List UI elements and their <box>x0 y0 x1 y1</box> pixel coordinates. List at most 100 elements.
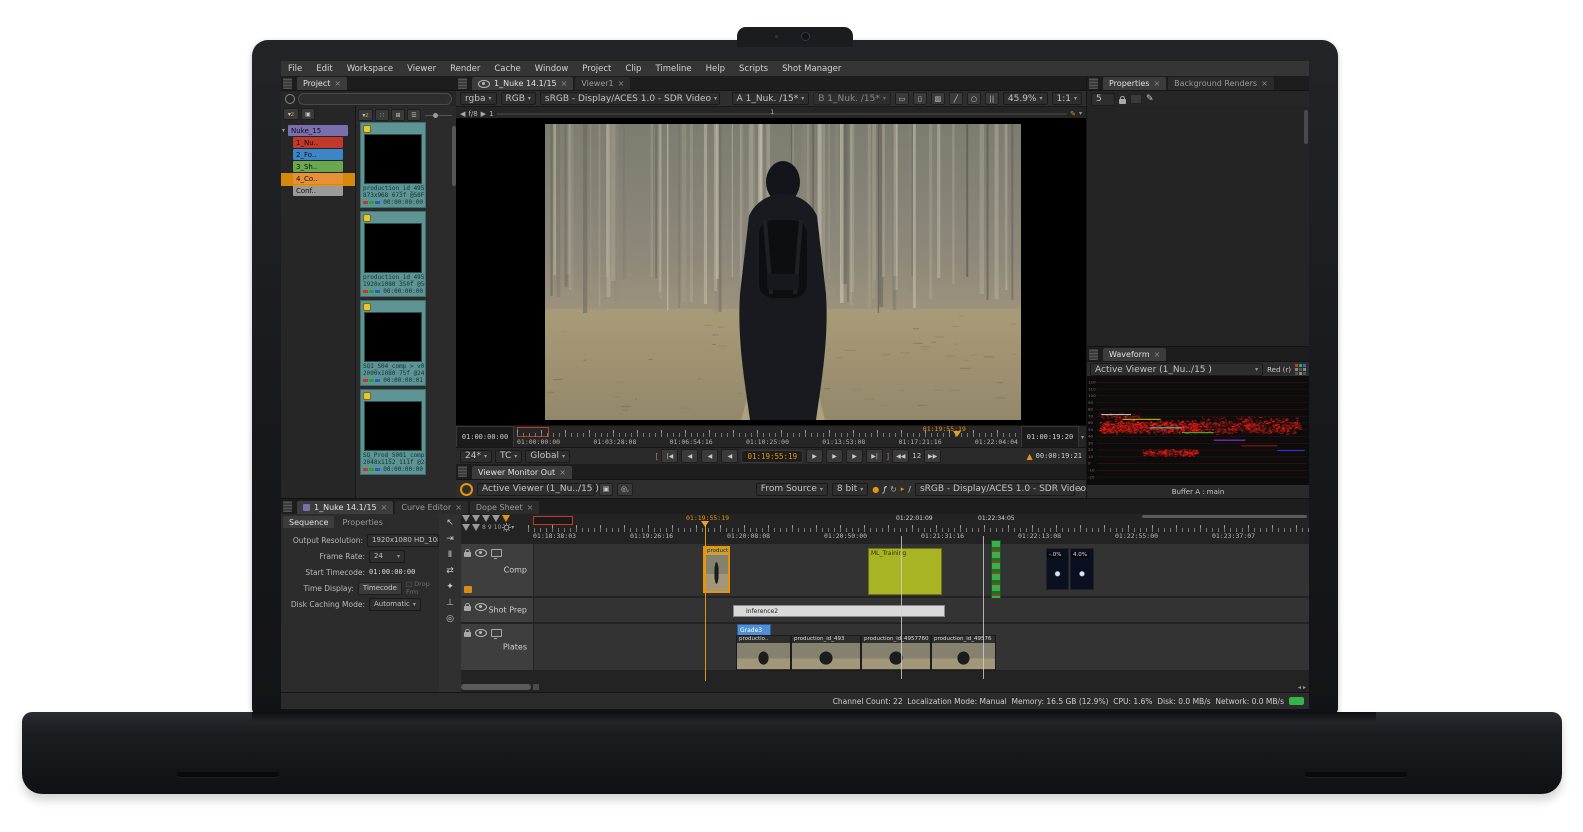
panel-grip-icon[interactable] <box>283 501 292 512</box>
drop-frame-checkbox[interactable]: □ Drop Frm <box>406 580 439 596</box>
tree-item-root[interactable]: Nuke_15 <box>288 125 348 136</box>
jump-fwd-button[interactable]: ▶▶ <box>924 449 941 463</box>
lock-icon[interactable] <box>1119 99 1126 104</box>
monitor-icon[interactable] <box>491 629 502 637</box>
clip-inference2[interactable]: Inference2 <box>733 605 945 617</box>
disk-caching-dropdown[interactable]: Automatic▾ <box>369 598 421 611</box>
viewer-out-timecode[interactable]: 01:00:19:20 <box>1021 426 1079 448</box>
step-back-button[interactable]: ◀ <box>701 449 718 463</box>
close-icon[interactable]: × <box>559 468 566 477</box>
marker-line-2[interactable] <box>983 536 984 679</box>
gamma-icon[interactable]: ▯ <box>913 92 927 105</box>
flag-number[interactable]: 10 <box>494 524 502 531</box>
fstop-icon[interactable]: ƒ <box>883 485 886 494</box>
scroll-block[interactable] <box>533 684 539 690</box>
gain-icon[interactable]: ▭ <box>895 92 909 105</box>
timeline-ruler[interactable]: 01:19:55:19 01:22:01:09 01:22:34:05 01:1… <box>528 514 1309 542</box>
close-icon[interactable]: × <box>561 79 568 88</box>
viewer-colorspace-dropdown[interactable]: sRGB - Display/ACES 1.0 - SDR Video▾ <box>540 92 720 105</box>
chevron-down-icon[interactable]: ▾ <box>1079 486 1082 493</box>
output-resolution-dropdown[interactable]: 1920x1080 HD_108▾ <box>367 534 439 547</box>
menu-help[interactable]: Help <box>699 64 732 74</box>
clip-retime-2[interactable]: 4.0% <box>1070 548 1094 590</box>
gear-icon[interactable] <box>502 523 511 532</box>
prev-edit-button[interactable]: ◀ <box>681 449 698 463</box>
bin-view-detail-button[interactable]: ⊞ <box>391 109 405 121</box>
bin-view-grid-button[interactable]: ∷ <box>375 109 389 121</box>
waveform-viewer-dropdown[interactable]: Active Viewer (1_Nu../15 )▾ <box>1090 363 1263 376</box>
flag-icon[interactable] <box>492 515 500 522</box>
close-icon[interactable]: × <box>1261 79 1268 88</box>
subtab-sequence[interactable]: Sequence <box>283 516 334 528</box>
close-icon[interactable]: × <box>381 503 388 512</box>
next-edit-button[interactable]: ▶ <box>846 449 863 463</box>
clip-plate-1[interactable]: productio.. <box>736 635 791 671</box>
clip-plate-4[interactable]: production_id_49576 <box>931 635 996 671</box>
track-plates-header[interactable]: Plates <box>461 624 534 670</box>
menu-clip[interactable]: Clip <box>618 64 648 74</box>
bin-sort-button[interactable]: ▾z <box>358 109 373 121</box>
trim-tool-icon[interactable]: ⇥ <box>446 534 454 544</box>
lock-icon[interactable] <box>464 632 471 637</box>
roi-icon[interactable]: ▨ <box>931 92 945 105</box>
viewer-timeline-ruler[interactable]: 01:00:00:0001:03:28:0801:06:54:1601:10:2… <box>517 426 1018 448</box>
channel-grid-icon[interactable] <box>1295 364 1306 375</box>
properties-scrollbar[interactable] <box>1304 110 1308 144</box>
track-comp-header[interactable]: Comp <box>461 544 534 596</box>
tree-item-5[interactable]: Conf.. <box>293 185 343 196</box>
pointer-tool-icon[interactable]: ↖ <box>446 518 454 528</box>
clip-retime-1[interactable]: -.0% <box>1046 548 1069 590</box>
clip-plate-2[interactable]: production_id_493 <box>791 635 861 671</box>
flipbook-icon[interactable]: ▲ <box>1026 452 1032 461</box>
panel-count-spinner[interactable]: 5 <box>1091 93 1115 106</box>
out-bracket-icon[interactable]: ] <box>886 452 889 461</box>
eye-icon[interactable] <box>475 603 487 611</box>
close-icon[interactable]: × <box>527 503 534 512</box>
annotate-pencil-icon[interactable]: ✎ <box>1070 110 1076 118</box>
clip-green-strip[interactable] <box>991 540 1001 600</box>
current-timecode[interactable]: 01:19:55:19 <box>741 450 803 463</box>
output-colorspace-dropdown[interactable]: sRGB - Display/ACES 1.0 - SDR Video▾ <box>915 483 1075 496</box>
panel-grip-icon[interactable] <box>458 78 467 89</box>
tab-timeline-sequence[interactable]: 1_Nuke 14.1/15× <box>297 501 393 514</box>
flag-icon[interactable] <box>462 515 470 522</box>
join-tool-icon[interactable]: ◎ <box>446 614 454 624</box>
slip-tool-icon[interactable]: Ⅱ <box>448 550 452 560</box>
start-timecode-value[interactable]: 01:00:00:00 <box>369 568 415 576</box>
close-icon[interactable]: × <box>455 503 462 512</box>
play-button[interactable]: ▶ <box>806 449 823 463</box>
chevron-down-icon[interactable]: ▾ <box>511 524 514 531</box>
tree-item-3[interactable]: 3_Sh.. <box>293 161 343 172</box>
project-search-input[interactable] <box>298 93 452 105</box>
scroll-left-arrow[interactable]: ◂ <box>1298 684 1301 691</box>
tag-icon[interactable] <box>464 586 472 593</box>
clip-plate-3[interactable]: production_id_4957760 <box>861 635 931 671</box>
tree-item-2[interactable]: 2_Fo.. <box>293 149 343 160</box>
tree-item-4[interactable]: 4_Co.. <box>293 173 343 184</box>
eye-icon[interactable] <box>475 549 487 557</box>
bitdepth-dropdown[interactable]: 8 bit▾ <box>832 483 868 496</box>
move-tool-icon[interactable]: ✦ <box>446 582 454 592</box>
tab-background-renders[interactable]: Background Renders× <box>1168 77 1274 90</box>
menu-workspace[interactable]: Workspace <box>340 64 400 74</box>
panel-grip-icon[interactable] <box>1089 78 1098 89</box>
tree-sort-button[interactable]: ▾z <box>283 108 299 120</box>
marker-line-1[interactable] <box>901 536 902 679</box>
tab-viewer-monitor-out[interactable]: Viewer Monitor Out× <box>472 466 572 479</box>
source-dropdown[interactable]: From Source▾ <box>756 483 828 496</box>
tab-properties[interactable]: Properties× <box>1103 77 1166 90</box>
bin-view-list-button[interactable]: ☰ <box>407 109 421 121</box>
panel-grip-icon[interactable] <box>1089 349 1098 360</box>
monitor-icon[interactable] <box>491 549 502 557</box>
razor-tool-icon[interactable]: ⊥ <box>446 598 454 608</box>
tab-curve-editor[interactable]: Curve Editor× <box>395 501 468 514</box>
tab-dope-sheet[interactable]: Dope Sheet× <box>470 501 539 514</box>
wipe-icon[interactable]: ╱ <box>949 92 963 105</box>
flag-icon[interactable] <box>472 515 480 522</box>
panel-grip-icon[interactable] <box>283 78 292 89</box>
waveform-channel-label[interactable]: Red (r) <box>1267 366 1291 374</box>
frame-rate-dropdown[interactable]: 24▾ <box>369 550 405 563</box>
frame-slider[interactable]: 1 <box>497 113 1068 115</box>
pencil-icon[interactable]: ✎ <box>1146 94 1154 104</box>
step-fwd-button[interactable]: ▶ <box>826 449 843 463</box>
